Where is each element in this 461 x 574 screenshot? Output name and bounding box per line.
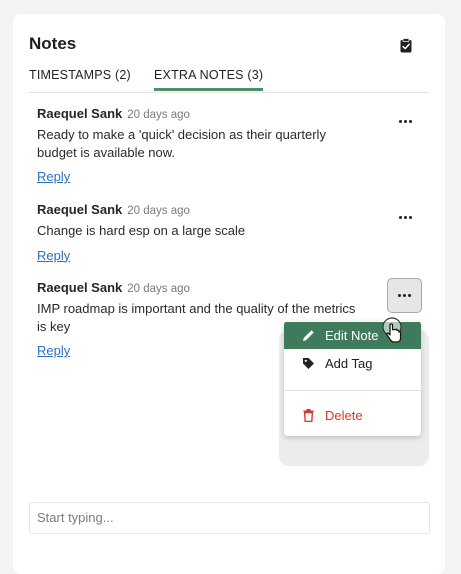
note-author: Raequel Sank	[37, 106, 123, 121]
more-horizontal-icon	[398, 294, 411, 297]
notes-tabs: TIMESTAMPS (2) EXTRA NOTES (3)	[29, 68, 429, 93]
note-more-button[interactable]	[388, 104, 422, 138]
reply-link[interactable]: Reply	[37, 343, 70, 358]
clipboard-button[interactable]	[397, 36, 415, 54]
note-author: Raequel Sank	[37, 202, 123, 217]
note-composer	[29, 502, 430, 534]
note-more-button[interactable]	[387, 278, 422, 313]
notes-panel: Notes TIMESTAMPS (2) EXTRA NOTES (3) Rae…	[13, 14, 445, 574]
clipboard-check-icon	[400, 37, 412, 52]
tab-extra-notes[interactable]: EXTRA NOTES (3)	[154, 68, 264, 91]
menu-item-edit-note[interactable]: Edit Note	[284, 322, 421, 349]
note-more-button[interactable]	[388, 200, 422, 234]
trash-icon	[301, 409, 315, 423]
note-timestamp: 20 days ago	[127, 283, 190, 295]
tag-icon	[301, 357, 315, 371]
reply-link[interactable]: Reply	[37, 169, 70, 184]
more-horizontal-icon	[398, 215, 412, 219]
note-author: Raequel Sank	[37, 280, 123, 295]
tab-timestamps[interactable]: TIMESTAMPS (2)	[29, 68, 131, 90]
menu-item-delete[interactable]: Delete	[284, 402, 421, 429]
note-context-menu: Edit Note Add Tag Delete	[284, 321, 421, 436]
menu-item-label: Edit Note	[325, 328, 379, 343]
note-timestamp: 20 days ago	[127, 109, 190, 121]
reply-link[interactable]: Reply	[37, 248, 70, 263]
note-text: Change is hard esp on a large scale	[37, 223, 246, 238]
pencil-icon	[301, 329, 315, 343]
note-item: Raequel Sank 20 days ago Ready to make a …	[37, 106, 417, 186]
note-text: Ready to make a 'quick' decision as thei…	[37, 127, 326, 160]
more-horizontal-icon	[398, 119, 412, 123]
menu-item-add-tag[interactable]: Add Tag	[284, 350, 421, 377]
note-item: Raequel Sank 20 days ago Change is hard e…	[37, 202, 417, 265]
menu-item-label: Add Tag	[325, 356, 373, 371]
menu-item-label: Delete	[325, 408, 363, 423]
note-input[interactable]	[30, 503, 407, 531]
note-timestamp: 20 days ago	[127, 205, 190, 217]
menu-divider	[284, 390, 421, 391]
panel-title: Notes	[29, 34, 77, 53]
